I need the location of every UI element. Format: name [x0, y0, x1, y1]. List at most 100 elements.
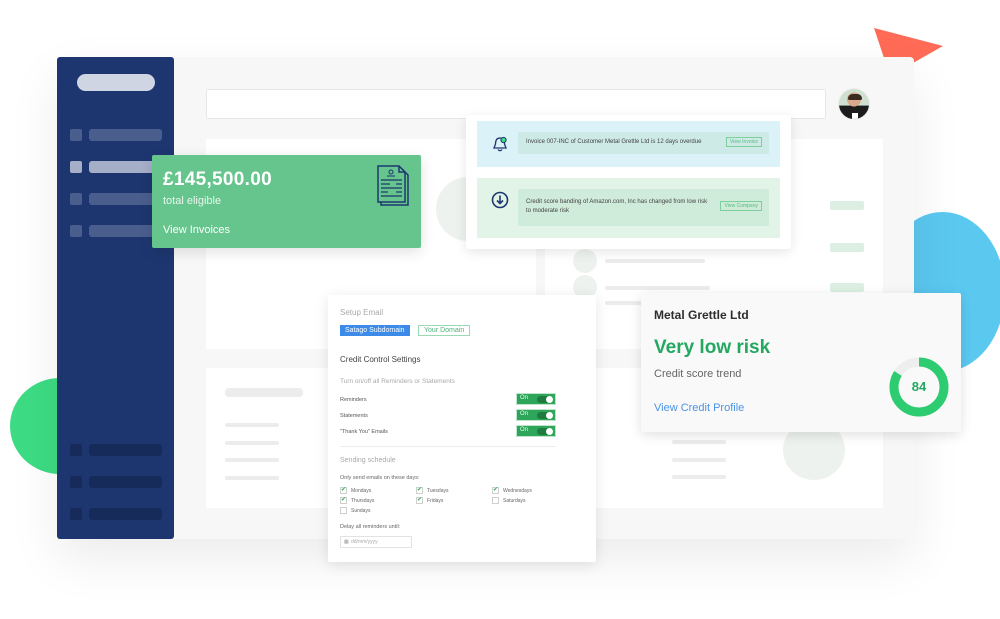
view-invoices-link[interactable]: View Invoices: [163, 224, 230, 236]
toggle-hint: Turn on/off all Reminders or Statements: [340, 378, 455, 385]
toggle-state: On: [520, 427, 529, 433]
credit-score-trend-label: Credit score trend: [654, 368, 742, 380]
placeholder-line: [605, 301, 645, 305]
toggle-knob: [546, 396, 553, 403]
checkbox-box: [340, 507, 347, 514]
checkbox-label: Sundays: [351, 508, 371, 514]
placeholder-line: [672, 475, 726, 479]
sidebar-footer-item-3[interactable]: [70, 508, 162, 520]
view-company-button[interactable]: View Company: [720, 201, 762, 211]
notifications-panel: Invoice 007-INC of Customer Metal Grettl…: [466, 115, 791, 249]
statements-toggle[interactable]: On: [516, 409, 556, 421]
sidebar-item-1[interactable]: [70, 129, 162, 141]
sidebar-item-icon: [70, 225, 82, 237]
notification-message: Credit score banding of Amazon.com, Inc …: [526, 199, 708, 214]
delay-label: Delay all reminders until:: [340, 524, 401, 530]
sidebar-item-2-active[interactable]: [70, 161, 162, 173]
placeholder-line: [225, 441, 279, 445]
toggle-track: [537, 428, 553, 435]
notification-message: Invoice 007-INC of Customer Metal Grettl…: [526, 139, 702, 145]
sidebar-footer-item-1[interactable]: [70, 444, 162, 456]
notification-body: Invoice 007-INC of Customer Metal Grettl…: [518, 132, 769, 154]
toggle-state: On: [520, 395, 529, 401]
risk-level: Very low risk: [654, 337, 771, 358]
eligible-amount: £145,500.00: [163, 169, 272, 190]
placeholder-badge: [830, 201, 864, 210]
tab-your-domain[interactable]: Your Domain: [418, 325, 471, 336]
thank-you-emails-label: "Thank You" Emails: [340, 429, 388, 435]
delay-date-input[interactable]: ▦ dd/mm/yyyy: [340, 536, 412, 548]
sidebar-item-label: [89, 476, 162, 488]
eligible-label: total eligible: [163, 195, 222, 207]
credit-risk-card: Metal Grettle Ltd Very low risk Credit s…: [641, 293, 961, 432]
section-divider: [340, 446, 556, 447]
tab-satago-subdomain[interactable]: Satago Subdomain: [340, 325, 410, 336]
placeholder-line: [672, 440, 726, 444]
toggle-knob: [546, 428, 553, 435]
total-eligible-card: £145,500.00 total eligible View Invoices: [152, 155, 421, 248]
toggle-knob: [546, 412, 553, 419]
credit-control-heading: Credit Control Settings: [340, 355, 421, 364]
setup-email-heading: Setup Email: [340, 308, 384, 317]
placeholder-avatar: [573, 249, 597, 273]
sidebar-item-4[interactable]: [70, 225, 162, 237]
notification-body: Credit score banding of Amazon.com, Inc …: [518, 189, 769, 226]
checkbox-label: Wednesdays: [503, 488, 532, 494]
checkbox-box: [340, 486, 347, 494]
sending-schedule-heading: Sending schedule: [340, 457, 396, 464]
user-avatar[interactable]: [838, 88, 870, 120]
checkbox-label: Tuesdays: [427, 488, 449, 494]
view-invoice-button[interactable]: View Invoice: [726, 137, 762, 147]
checkbox-box: [492, 497, 499, 504]
toggle-state: On: [520, 411, 529, 417]
placeholder-badge: [830, 283, 864, 292]
sidebar-item-icon: [70, 129, 82, 141]
placeholder-line: [672, 458, 726, 462]
notification-credit-score-change: Credit score banding of Amazon.com, Inc …: [477, 178, 780, 238]
reminders-label: Reminders: [340, 397, 367, 403]
sidebar-item-3[interactable]: [70, 193, 162, 205]
sidebar-item-label: [89, 508, 162, 520]
reminders-toggle[interactable]: On: [516, 393, 556, 405]
logo-placeholder[interactable]: [77, 74, 155, 91]
company-name: Metal Grettle Ltd: [654, 308, 749, 322]
sidebar: [57, 57, 174, 539]
sidebar-footer-item-2[interactable]: [70, 476, 162, 488]
checkbox-label: Saturdays: [503, 498, 526, 504]
sidebar-item-icon: [70, 476, 82, 488]
arrow-down-circle-icon: [491, 191, 509, 209]
bell-icon: [493, 136, 507, 152]
notification-overdue-invoice: Invoice 007-INC of Customer Metal Grettl…: [477, 121, 780, 167]
placeholder-line: [605, 259, 705, 263]
credit-control-settings-panel: Setup Email Satago Subdomain Your Domain…: [328, 295, 596, 562]
placeholder-line: [605, 286, 710, 290]
avatar-shirt: [852, 113, 858, 119]
checkbox-label: Mondays: [351, 488, 372, 494]
avatar-hair: [848, 94, 862, 100]
sidebar-item-icon: [70, 161, 82, 173]
checkbox-label: Thursdays: [351, 498, 375, 504]
checkbox-box: [340, 496, 347, 504]
placeholder-badge: [830, 243, 864, 252]
placeholder-title: [225, 388, 303, 397]
view-credit-profile-link[interactable]: View Credit Profile: [654, 402, 744, 414]
days-label: Only send emails on these days:: [340, 475, 420, 481]
toggle-track: [537, 396, 553, 403]
credit-score-value: 84: [911, 379, 927, 394]
placeholder-line: [225, 458, 279, 462]
sidebar-item-label: [89, 129, 162, 141]
thank-you-emails-toggle[interactable]: On: [516, 425, 556, 437]
statements-label: Statements: [340, 413, 368, 419]
checkbox-box: [416, 496, 423, 504]
sidebar-item-icon: [70, 193, 82, 205]
placeholder-line: [225, 476, 279, 480]
toggle-track: [537, 412, 553, 419]
checkbox-box: [492, 486, 499, 494]
date-placeholder: dd/mm/yyyy: [351, 539, 378, 545]
calendar-icon: ▦: [344, 539, 349, 545]
sidebar-item-icon: [70, 444, 82, 456]
checkbox-label: Fridays: [427, 498, 444, 504]
placeholder-line: [225, 423, 279, 427]
sidebar-item-icon: [70, 508, 82, 520]
sidebar-item-label: [89, 444, 162, 456]
